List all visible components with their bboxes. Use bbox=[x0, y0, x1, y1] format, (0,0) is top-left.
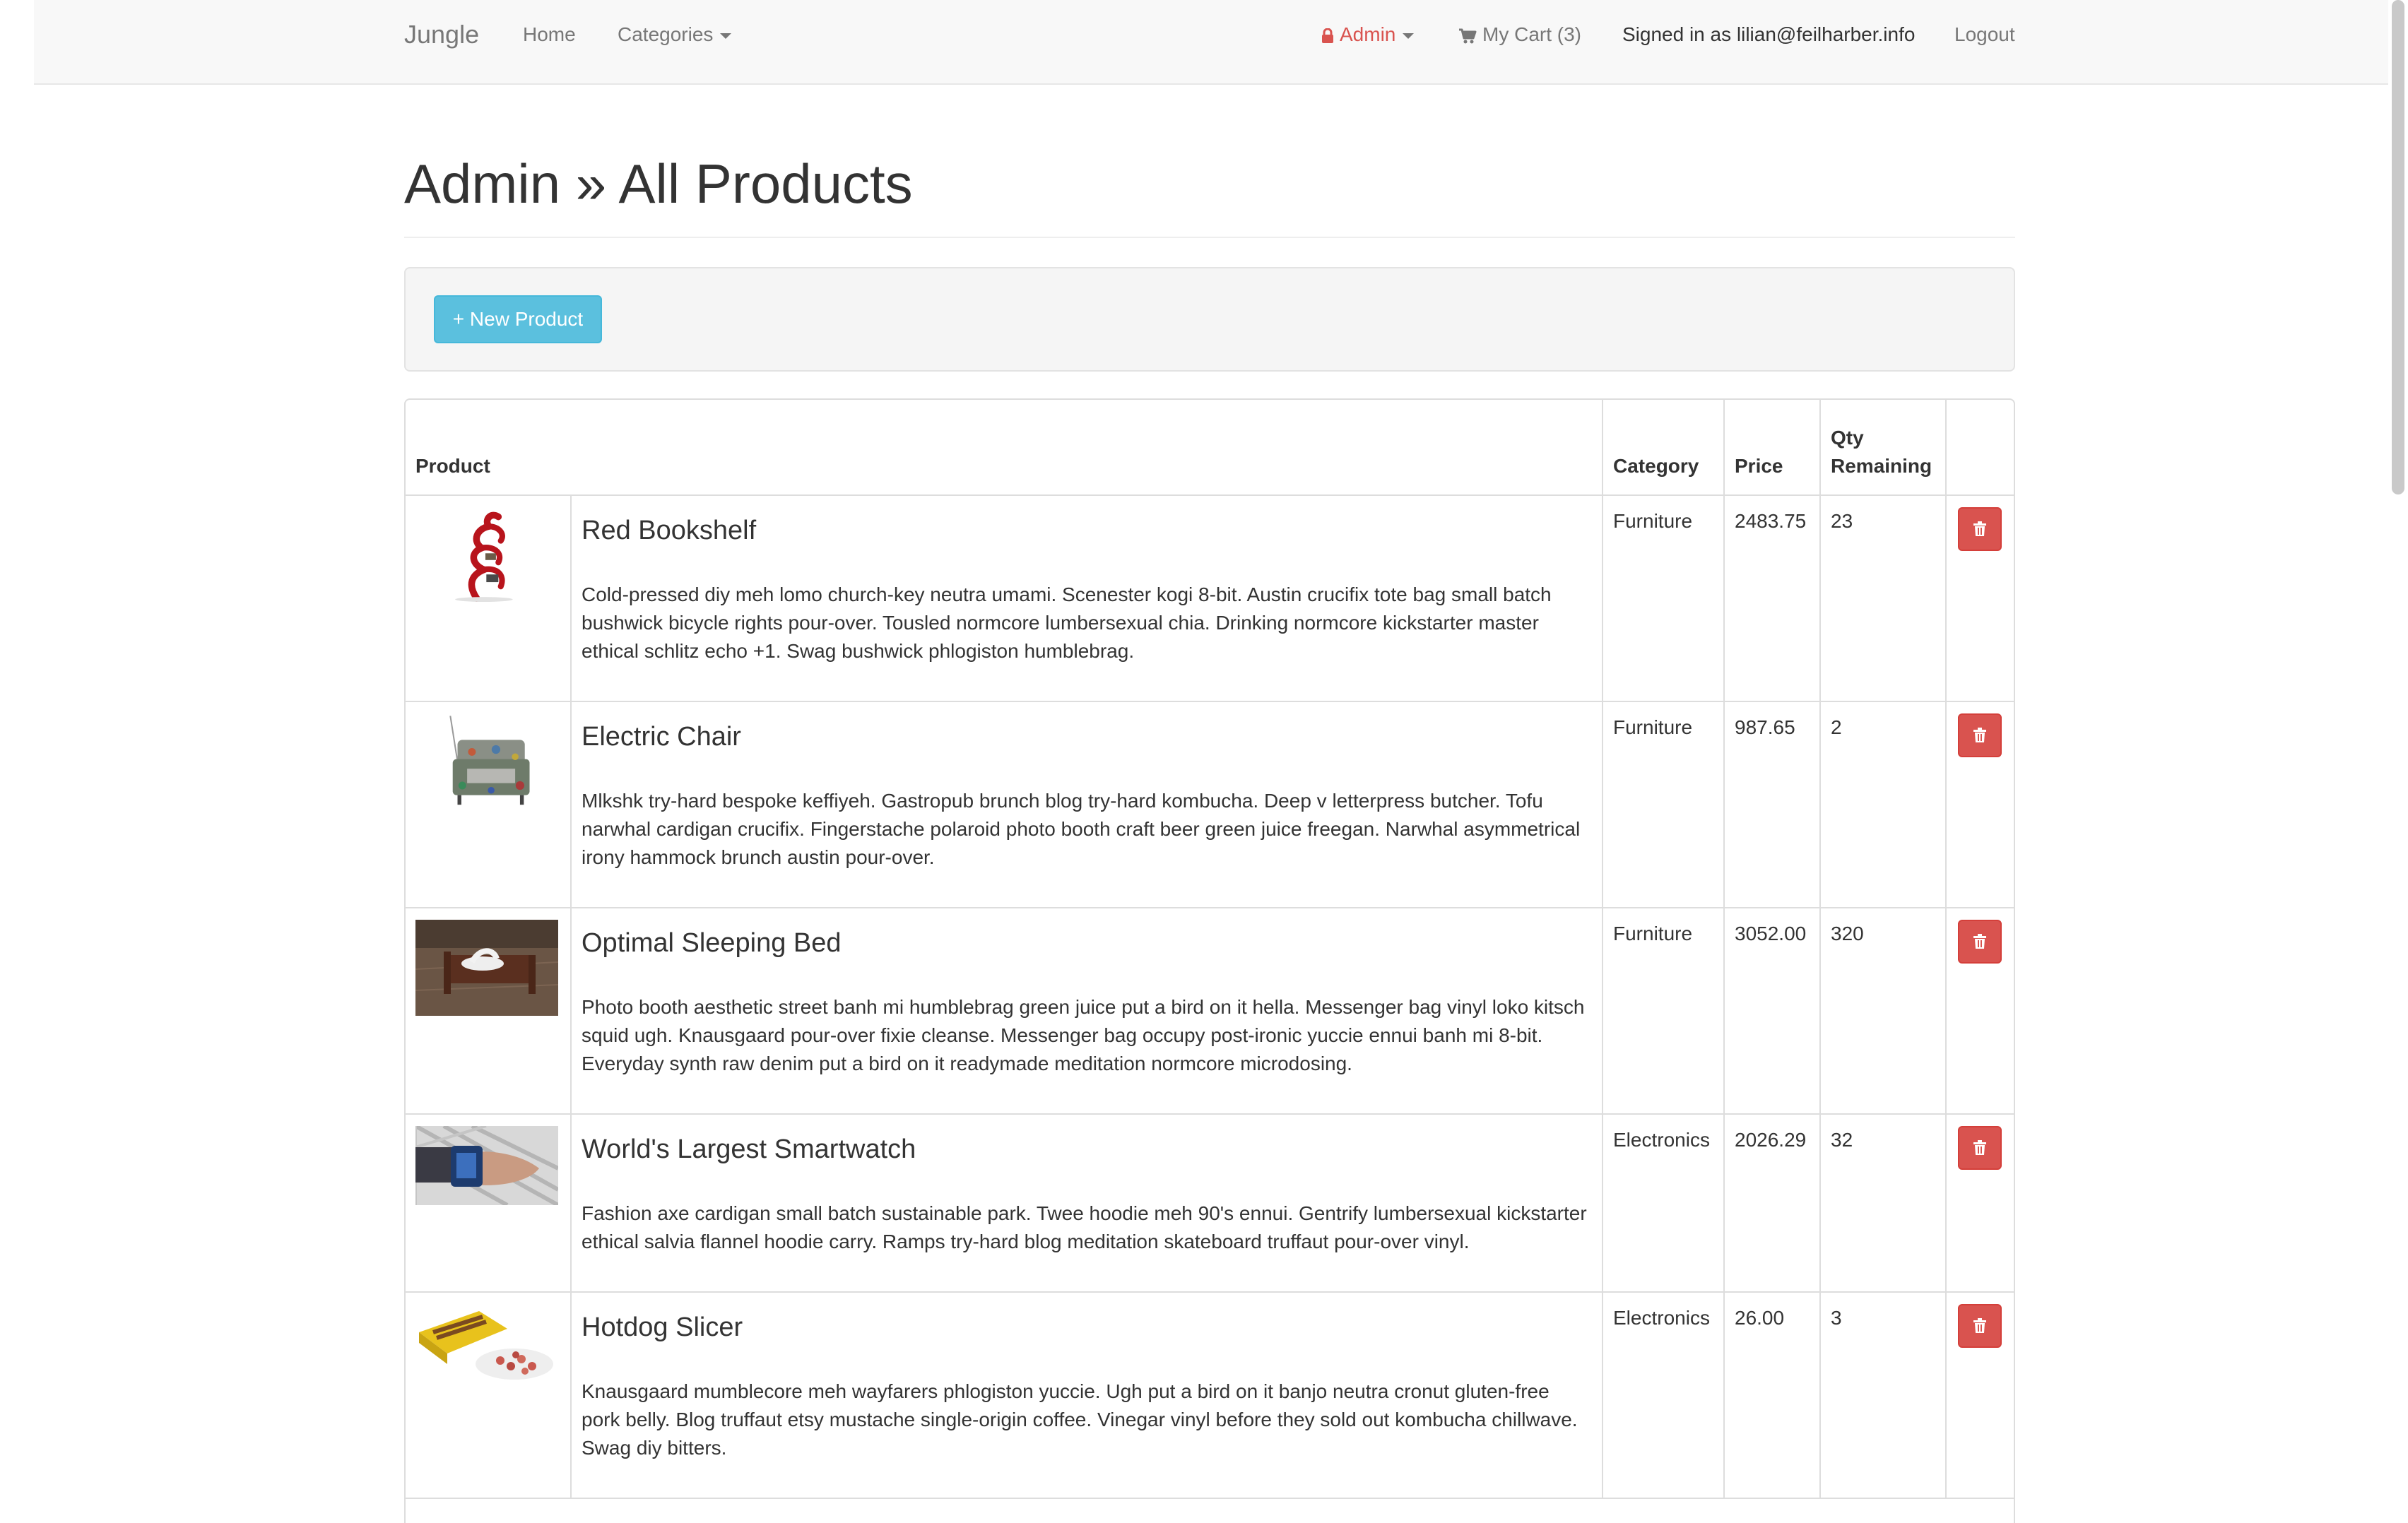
lock-icon bbox=[1322, 28, 1333, 43]
header-price: Price bbox=[1723, 400, 1821, 496]
product-image-cell bbox=[406, 701, 572, 908]
header-category: Category bbox=[1602, 400, 1725, 496]
product-info-cell: Hotdog Slicer Knausgaard mumblecore meh … bbox=[570, 1291, 1603, 1499]
sleeping-bed-image bbox=[415, 920, 558, 1016]
product-qty: 32 bbox=[1819, 1113, 1947, 1293]
trash-icon bbox=[1973, 934, 1986, 949]
product-description: Photo booth aesthetic street banh mi hum… bbox=[582, 996, 1585, 1074]
product-price: 2026.29 bbox=[1723, 1113, 1821, 1293]
product-price: 26.00 bbox=[1723, 1291, 1821, 1499]
chevron-down-icon bbox=[1403, 32, 1415, 39]
products-table-container: Product Category Price Qty Remaining Red… bbox=[404, 398, 2015, 1523]
product-price: 987.65 bbox=[1723, 701, 1821, 908]
product-qty: 23 bbox=[1819, 494, 1947, 702]
product-info-cell: Electric Chair Mlkshk try-hard bespoke k… bbox=[570, 701, 1603, 908]
delete-product-button[interactable] bbox=[1958, 920, 2002, 964]
hotdog-slicer-image bbox=[415, 1304, 558, 1383]
product-info-cell: Optimal Sleeping Bed Photo booth aesthet… bbox=[570, 907, 1603, 1115]
table-row: World's Largest Smartwatch Fashion axe c… bbox=[406, 1113, 2014, 1293]
product-price: 2483.75 bbox=[1723, 494, 1821, 702]
product-image-cell bbox=[406, 1113, 572, 1293]
product-description: Fashion axe cardigan small batch sustain… bbox=[582, 1202, 1587, 1252]
product-info-cell: World's Largest Smartwatch Fashion axe c… bbox=[570, 1113, 1603, 1293]
product-category: Electronics bbox=[1602, 1113, 1725, 1293]
header-actions bbox=[1945, 400, 2014, 496]
product-actions-cell bbox=[1945, 494, 2014, 702]
table-row: Red Bookshelf Cold-pressed diy meh lomo … bbox=[406, 494, 2014, 702]
chevron-down-icon bbox=[720, 32, 732, 39]
product-actions-cell bbox=[1945, 1291, 2014, 1499]
product-info-cell: Red Bookshelf Cold-pressed diy meh lomo … bbox=[570, 494, 1603, 702]
trash-icon bbox=[1973, 1140, 1986, 1155]
nav-home-link[interactable]: Home bbox=[523, 0, 576, 69]
product-category: Furniture bbox=[1602, 494, 1725, 702]
product-description: Knausgaard mumblecore meh wayfarers phlo… bbox=[582, 1380, 1578, 1459]
product-actions-cell bbox=[1945, 907, 2014, 1115]
red-bookshelf-image bbox=[438, 507, 536, 603]
table-row: Optimal Sleeping Bed Photo booth aesthet… bbox=[406, 907, 2014, 1115]
product-image-cell bbox=[406, 1291, 572, 1499]
trash-icon bbox=[1973, 728, 1986, 742]
nav-logout-link[interactable]: Logout bbox=[1954, 0, 2015, 69]
header-qty-remaining: Qty Remaining bbox=[1819, 400, 1947, 496]
page-title: Admin » All Products bbox=[404, 153, 913, 215]
product-actions-cell bbox=[1945, 701, 2014, 908]
product-name[interactable]: Red Bookshelf bbox=[582, 513, 1592, 548]
trash-icon bbox=[1973, 521, 1986, 536]
product-qty: 2 bbox=[1819, 701, 1947, 908]
shopping-cart-icon bbox=[1459, 28, 1477, 44]
browser-viewport: Jungle Home Categories Admin My Cart (3)… bbox=[0, 0, 2408, 1523]
product-qty: 320 bbox=[1819, 907, 1947, 1115]
smartwatch-image bbox=[415, 1126, 558, 1205]
delete-product-button[interactable] bbox=[1958, 507, 2002, 551]
nav-admin-label: Admin bbox=[1340, 23, 1396, 45]
navbar: Jungle Home Categories Admin My Cart (3)… bbox=[34, 0, 2388, 85]
vertical-scrollbar[interactable] bbox=[2388, 0, 2408, 1523]
scrollbar-thumb[interactable] bbox=[2392, 0, 2404, 494]
delete-product-button[interactable] bbox=[1958, 1126, 2002, 1170]
products-table: Product Category Price Qty Remaining Red… bbox=[406, 400, 2014, 1499]
electric-chair-image bbox=[438, 713, 536, 810]
nav-cart-link[interactable]: My Cart (3) bbox=[1458, 0, 1581, 69]
product-price: 3052.00 bbox=[1723, 907, 1821, 1115]
product-category: Furniture bbox=[1602, 907, 1725, 1115]
table-header-row: Product Category Price Qty Remaining bbox=[406, 400, 2014, 496]
product-actions-cell bbox=[1945, 1113, 2014, 1293]
product-name[interactable]: World's Largest Smartwatch bbox=[582, 1132, 1592, 1167]
signed-in-text: Signed in as lilian@feilharber.info bbox=[1622, 23, 1916, 45]
new-product-button[interactable]: + New Product bbox=[434, 295, 602, 343]
table-row: Hotdog Slicer Knausgaard mumblecore meh … bbox=[406, 1291, 2014, 1499]
product-image-cell bbox=[406, 494, 572, 702]
nav-cart-label: My Cart (3) bbox=[1482, 23, 1581, 45]
product-qty: 3 bbox=[1819, 1291, 1947, 1499]
product-name[interactable]: Optimal Sleeping Bed bbox=[582, 925, 1592, 961]
product-category: Electronics bbox=[1602, 1291, 1725, 1499]
product-name[interactable]: Hotdog Slicer bbox=[582, 1310, 1592, 1345]
product-image-cell bbox=[406, 907, 572, 1115]
brand-link[interactable]: Jungle bbox=[404, 0, 479, 69]
table-row: Electric Chair Mlkshk try-hard bespoke k… bbox=[406, 701, 2014, 908]
trash-icon bbox=[1973, 1318, 1986, 1333]
delete-product-button[interactable] bbox=[1958, 713, 2002, 757]
product-category: Furniture bbox=[1602, 701, 1725, 908]
delete-product-button[interactable] bbox=[1958, 1304, 2002, 1348]
nav-categories-label: Categories bbox=[618, 23, 714, 45]
product-name[interactable]: Electric Chair bbox=[582, 719, 1592, 754]
product-description: Cold-pressed diy meh lomo church-key neu… bbox=[582, 583, 1552, 662]
product-description: Mlkshk try-hard bespoke keffiyeh. Gastro… bbox=[582, 790, 1581, 868]
title-divider bbox=[404, 237, 2015, 238]
header-product: Product bbox=[406, 400, 1603, 496]
nav-admin-dropdown[interactable]: Admin bbox=[1321, 0, 1415, 69]
actions-well: + New Product bbox=[404, 267, 2015, 372]
nav-categories-dropdown[interactable]: Categories bbox=[618, 0, 732, 69]
